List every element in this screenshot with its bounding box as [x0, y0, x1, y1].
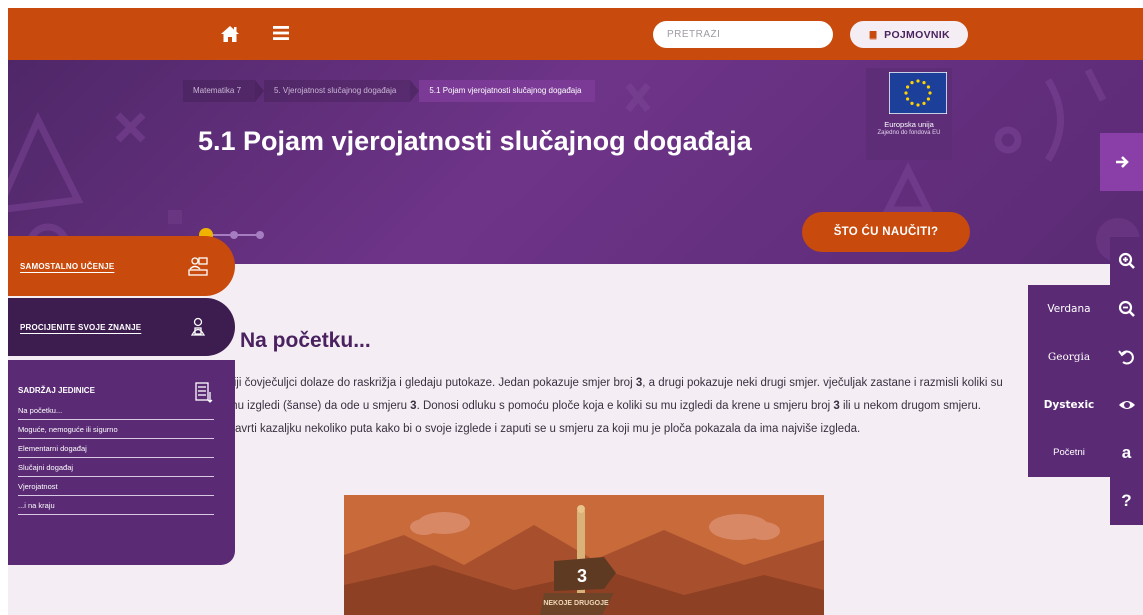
zoom-out-button[interactable]	[1110, 285, 1143, 333]
help-button[interactable]: ?	[1110, 477, 1143, 525]
hero-banner: Matematika 7 5. Vjerojatnost slučajnog d…	[8, 60, 1143, 264]
help-label: ?	[1121, 491, 1132, 510]
eu-logo: Europska unija Zajedno do fondova EU	[866, 68, 952, 160]
list-icon	[195, 382, 213, 403]
font-toggle-label: a	[1121, 443, 1132, 462]
self-learning-button[interactable]: SAMOSTALNO UČENJE	[8, 236, 235, 296]
breadcrumb-item-current: 5.1 Pojam vjerojatnosti slučajnog događa…	[419, 80, 596, 102]
breadcrumb-separator	[410, 80, 420, 102]
reset-icon	[1117, 350, 1134, 365]
signpost-illustration: 3 NEKOJE DRUGOJE	[344, 495, 824, 615]
breadcrumb: Matematika 7 5. Vjerojatnost slučajnog d…	[183, 80, 596, 102]
self-learning-label: SAMOSTALNO UČENJE	[20, 261, 115, 271]
font-option-default[interactable]: Početni	[1028, 429, 1110, 477]
breadcrumb-separator	[255, 80, 265, 102]
eu-sublabel: Zajedno do fondova EU	[877, 130, 941, 136]
intro-paragraph: ciji čovječuljci dolaze do raskrižja i g…	[228, 377, 1003, 435]
font-option-verdana[interactable]: Verdana	[1028, 285, 1110, 333]
contents-item[interactable]: Na početku...	[18, 401, 214, 420]
contents-item[interactable]: Elementarni događaj	[18, 439, 214, 458]
contents-item[interactable]: Moguće, nemoguće ili sigurno	[18, 420, 214, 439]
arrow-right-icon	[1115, 156, 1129, 168]
self-assessment-button[interactable]: PROCIJENITE SVOJE ZNANJE	[8, 298, 235, 356]
unit-contents-title: SADRŽAJ JEDINICE	[18, 386, 95, 395]
learning-goals-button[interactable]: ŠTO ĆU NAUČITI?	[802, 212, 970, 252]
breadcrumb-item[interactable]: Matematika 7	[183, 80, 256, 102]
contrast-button[interactable]	[1110, 381, 1143, 429]
eu-label: Europska unija	[884, 120, 934, 129]
next-page-button[interactable]	[1100, 133, 1143, 191]
zoom-out-icon	[1118, 300, 1135, 317]
zoom-in-icon	[1118, 252, 1135, 269]
glossary-button[interactable]: POJMOVNIK	[850, 21, 968, 48]
sign-text: NEKOJE DRUGOJE	[543, 600, 609, 607]
eye-icon	[1118, 401, 1135, 409]
eu-flag-icon	[889, 72, 947, 114]
frame-border-top	[0, 0, 1143, 8]
sign-number: 3	[577, 566, 587, 586]
contents-item[interactable]: Slučajni događaj	[18, 458, 214, 477]
lesson-page: POJMOVNIK Matematika 7 5. Vjeroj	[0, 0, 1143, 615]
home-icon[interactable]	[220, 24, 240, 44]
glossary-label: POJMOVNIK	[884, 28, 950, 41]
font-toggle-button[interactable]: a	[1110, 429, 1143, 477]
font-option-georgia[interactable]: Georgia	[1028, 333, 1110, 381]
zoom-in-button[interactable]	[1110, 237, 1143, 285]
unit-contents-list: Na početku... Moguće, nemoguće ili sigur…	[18, 401, 214, 515]
contents-item[interactable]: Vjerojatnost	[18, 477, 214, 496]
top-bar: POJMOVNIK	[8, 8, 1143, 60]
page-title: 5.1 Pojam vjerojatnosti slučajnog događa…	[198, 126, 752, 156]
breadcrumb-item[interactable]: 5. Vjerojatnost slučajnog događaja	[264, 80, 411, 102]
search-input[interactable]	[653, 21, 833, 48]
section-heading: Na početku...	[240, 329, 371, 352]
font-option-dyslexic[interactable]: Dystexic	[1028, 381, 1110, 429]
book-icon	[869, 30, 877, 39]
assessment-icon	[190, 317, 206, 336]
unit-contents-panel: SADRŽAJ JEDINICE Na početku... Moguće, n…	[8, 360, 235, 565]
frame-border-left	[0, 0, 8, 615]
self-assessment-label: PROCIJENITE SVOJE ZNANJE	[20, 322, 142, 332]
font-selector-panel: Verdana Georgia Dystexic Početni	[1028, 285, 1110, 477]
menu-icon[interactable]	[272, 25, 290, 41]
self-learning-icon	[188, 257, 208, 276]
contents-item[interactable]: ...i na kraju	[18, 496, 214, 515]
reset-button[interactable]	[1110, 333, 1143, 381]
